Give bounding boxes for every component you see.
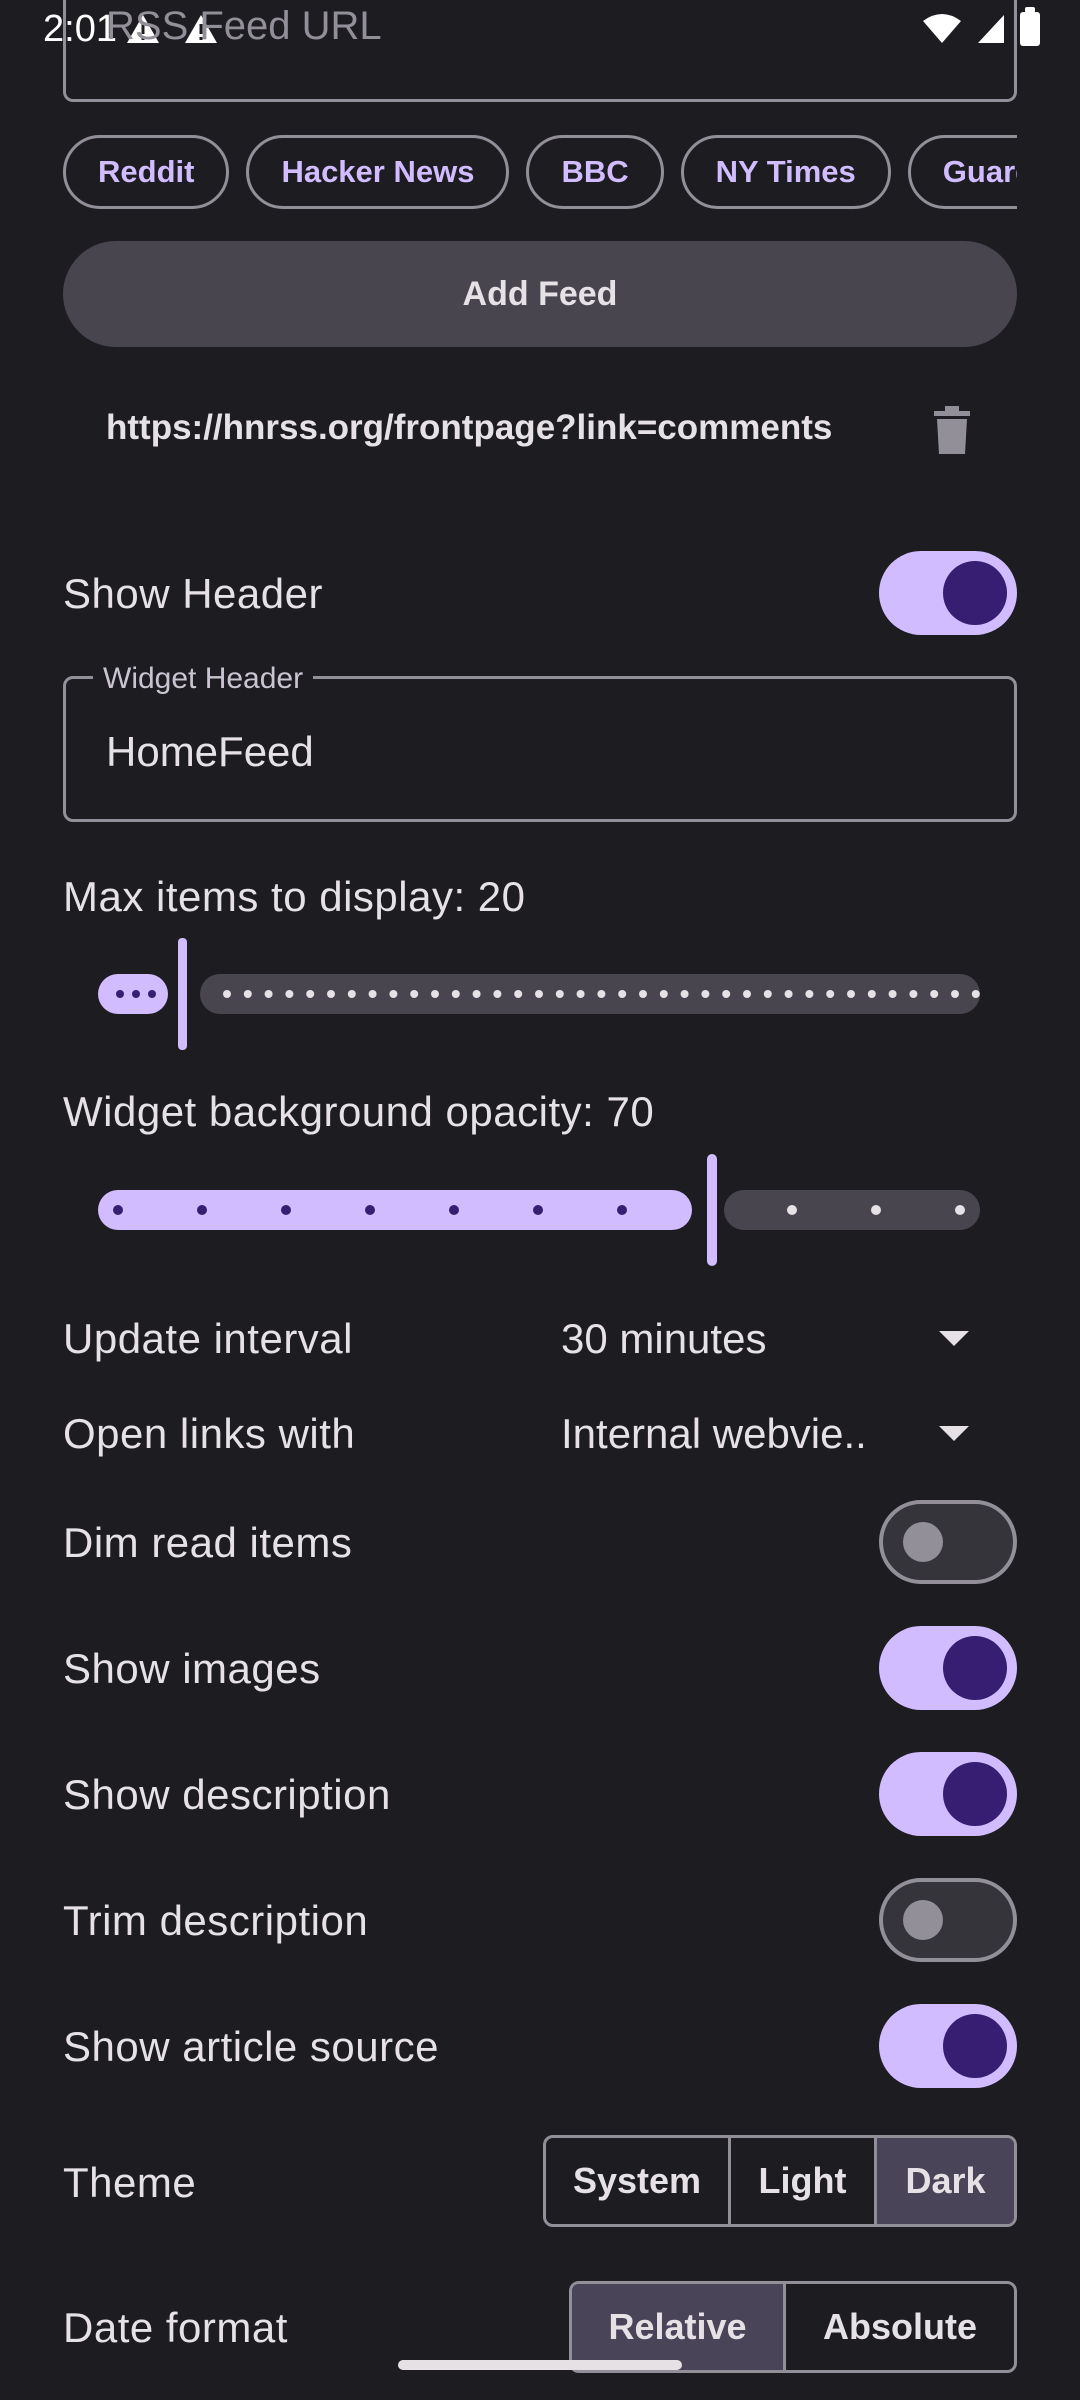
chip-hacker-news[interactable]: Hacker News <box>246 135 510 209</box>
show-header-label: Show Header <box>63 570 323 617</box>
delete-feed-button[interactable] <box>934 406 970 459</box>
show-images-label: Show images <box>63 1645 321 1692</box>
theme-light-button[interactable]: Light <box>731 2138 877 2224</box>
update-interval-value: 30 minutes <box>561 1315 767 1362</box>
widget-header-value: HomeFeed <box>106 728 314 775</box>
chevron-down-icon <box>939 1331 969 1346</box>
chip-ny-times[interactable]: NY Times <box>680 135 891 209</box>
open-links-dropdown[interactable]: Internal webvie.. <box>561 1395 981 1471</box>
theme-dark-button[interactable]: Dark <box>877 2138 1014 2224</box>
theme-system-button[interactable]: System <box>546 2138 731 2224</box>
opacity-slider-thumb <box>707 1154 717 1266</box>
trim-description-label: Trim description <box>63 1897 369 1944</box>
date-format-relative-button[interactable]: Relative <box>572 2284 786 2370</box>
chip-bbc[interactable]: BBC <box>526 135 664 209</box>
chip-guardian[interactable]: Guardia <box>907 135 1017 209</box>
add-feed-button[interactable]: Add Feed <box>63 241 1017 347</box>
feed-list-item-url: https://hnrss.org/frontpage?link=comment… <box>106 408 833 447</box>
chevron-down-icon <box>939 1426 969 1441</box>
show-header-switch[interactable] <box>879 551 1017 635</box>
trash-icon <box>934 406 970 454</box>
feed-url-placeholder: RSS Feed URL <box>106 4 382 48</box>
opacity-label: Widget background opacity: 70 <box>63 1088 655 1135</box>
update-interval-dropdown[interactable]: 30 minutes <box>561 1300 981 1376</box>
show-images-switch[interactable] <box>879 1626 1017 1710</box>
open-links-label: Open links with <box>63 1410 356 1457</box>
dim-read-items-switch[interactable] <box>879 1500 1017 1584</box>
update-interval-label: Update interval <box>63 1315 353 1362</box>
max-items-label: Max items to display: 20 <box>63 873 526 920</box>
show-article-source-label: Show article source <box>63 2023 439 2070</box>
trim-description-switch[interactable] <box>879 1878 1017 1962</box>
show-article-source-switch[interactable] <box>879 2004 1017 2088</box>
date-format-label: Date format <box>63 2304 288 2351</box>
max-items-slider[interactable] <box>90 932 990 1056</box>
widget-header-label: Widget Header <box>93 662 314 696</box>
gesture-nav-handle[interactable] <box>398 2360 682 2370</box>
theme-segmented-control: System Light Dark <box>543 2135 1017 2227</box>
open-links-value: Internal webvie.. <box>561 1410 867 1457</box>
opacity-slider[interactable] <box>90 1148 990 1272</box>
date-format-absolute-button[interactable]: Absolute <box>786 2284 1014 2370</box>
preset-chips: RedditHacker NewsBBCNY TimesGuardia <box>63 135 1017 209</box>
chip-reddit[interactable]: Reddit <box>63 135 230 209</box>
show-description-label: Show description <box>63 1771 391 1818</box>
show-description-switch[interactable] <box>879 1752 1017 1836</box>
max-items-slider-thumb <box>178 938 187 1050</box>
dim-read-items-label: Dim read items <box>63 1519 353 1566</box>
battery-icon <box>1020 7 1040 46</box>
theme-label: Theme <box>63 2159 197 2206</box>
